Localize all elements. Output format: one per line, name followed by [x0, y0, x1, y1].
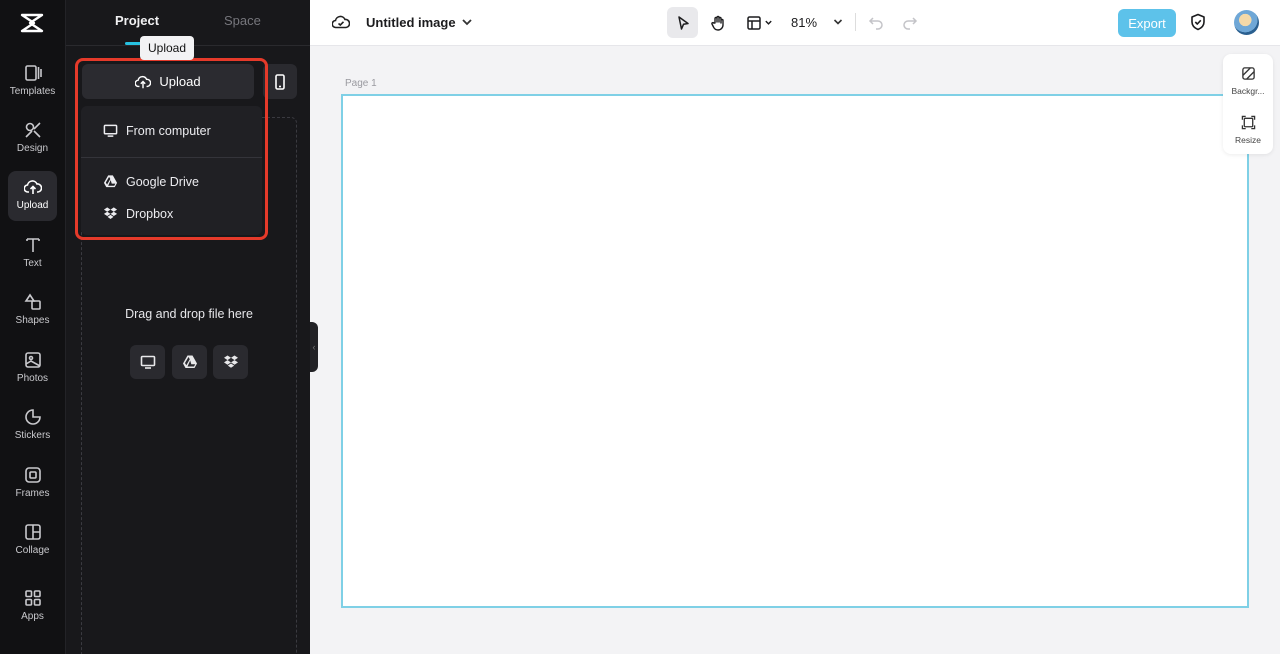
- phone-icon: [275, 73, 285, 90]
- rail-item-collage[interactable]: Collage: [8, 516, 57, 566]
- google-drive-icon: [182, 355, 197, 368]
- upload-cloud-icon: [23, 180, 42, 194]
- rail-label: Templates: [9, 86, 56, 97]
- hand-tool-button[interactable]: [702, 7, 733, 38]
- rail-item-shapes[interactable]: Shapes: [8, 286, 57, 336]
- resize-icon: [1241, 115, 1255, 130]
- rail-item-apps[interactable]: Apps: [8, 582, 57, 632]
- upload-tooltip: Upload: [140, 36, 194, 60]
- export-button[interactable]: Export: [1118, 9, 1176, 37]
- capcut-logo-icon[interactable]: [19, 11, 45, 35]
- dropbox-icon: [223, 355, 238, 368]
- stickers-icon: [24, 409, 41, 425]
- rail-label: Apps: [21, 611, 44, 622]
- dropzone-dropbox-button[interactable]: [213, 345, 248, 379]
- layout-icon: [746, 15, 761, 30]
- rail-item-text[interactable]: Text: [8, 229, 57, 279]
- rail-label: Design: [16, 143, 49, 154]
- frames-icon: [24, 467, 41, 483]
- top-bar: Untitled image 81% Export: [310, 0, 1280, 46]
- text-icon: [25, 238, 40, 252]
- photos-icon: [24, 352, 41, 368]
- dropzone-computer-button[interactable]: [130, 345, 165, 379]
- dropzone-text: Drag and drop file here: [125, 307, 253, 321]
- design-icon: [24, 122, 41, 138]
- resize-button[interactable]: Resize: [1223, 115, 1273, 145]
- shapes-icon: [24, 293, 41, 310]
- hand-icon: [710, 15, 724, 31]
- tab-space[interactable]: Space: [224, 13, 261, 28]
- rail-item-frames[interactable]: Frames: [8, 459, 57, 509]
- background-icon: [1241, 67, 1255, 80]
- redo-icon[interactable]: [902, 14, 918, 30]
- highlight-box: [75, 58, 268, 240]
- rail-label: Photos: [16, 373, 49, 384]
- shield-check-icon[interactable]: [1189, 13, 1207, 31]
- user-avatar[interactable]: [1234, 10, 1259, 35]
- select-tool-button[interactable]: [667, 7, 698, 38]
- dropzone-google-drive-button[interactable]: [172, 345, 207, 379]
- left-rail: Templates Design Upload Text Shapes Phot…: [0, 0, 65, 654]
- pointer-icon: [677, 15, 689, 30]
- chevron-down-icon[interactable]: [832, 16, 844, 28]
- zoom-level[interactable]: 81%: [791, 15, 817, 30]
- rail-item-templates[interactable]: Templates: [8, 57, 57, 107]
- background-button[interactable]: Backgr...: [1223, 66, 1273, 96]
- document-title[interactable]: Untitled image: [366, 15, 456, 30]
- rail-item-stickers[interactable]: Stickers: [8, 401, 57, 451]
- panel-collapse-handle[interactable]: ‹: [310, 322, 318, 372]
- layout-tool-button[interactable]: [742, 7, 776, 38]
- resize-label: Resize: [1235, 135, 1261, 145]
- rail-label: Text: [23, 258, 42, 269]
- rail-item-upload[interactable]: Upload: [8, 171, 57, 221]
- rail-label: Frames: [15, 488, 50, 499]
- rail-label: Shapes: [15, 315, 50, 326]
- chevron-down-icon[interactable]: [460, 15, 474, 29]
- chevron-down-icon: [764, 20, 772, 25]
- right-side-panel: Backgr... Resize: [1223, 54, 1273, 154]
- rail-label: Upload: [16, 200, 49, 211]
- rail-item-photos[interactable]: Photos: [8, 344, 57, 394]
- artboard-canvas[interactable]: [341, 94, 1249, 608]
- monitor-icon: [140, 355, 155, 369]
- rail-label: Collage: [15, 545, 50, 556]
- rail-item-design[interactable]: Design: [8, 114, 57, 164]
- toolbar-divider: [855, 13, 856, 31]
- tab-project[interactable]: Project: [115, 13, 159, 28]
- page-label: Page 1: [345, 78, 377, 89]
- cloud-sync-icon[interactable]: [332, 13, 350, 31]
- apps-icon: [24, 590, 41, 606]
- templates-icon: [24, 65, 42, 81]
- background-label: Backgr...: [1231, 86, 1265, 96]
- undo-icon[interactable]: [868, 14, 884, 30]
- collage-icon: [24, 524, 41, 540]
- phone-upload-button[interactable]: [263, 64, 297, 99]
- rail-label: Stickers: [14, 430, 51, 441]
